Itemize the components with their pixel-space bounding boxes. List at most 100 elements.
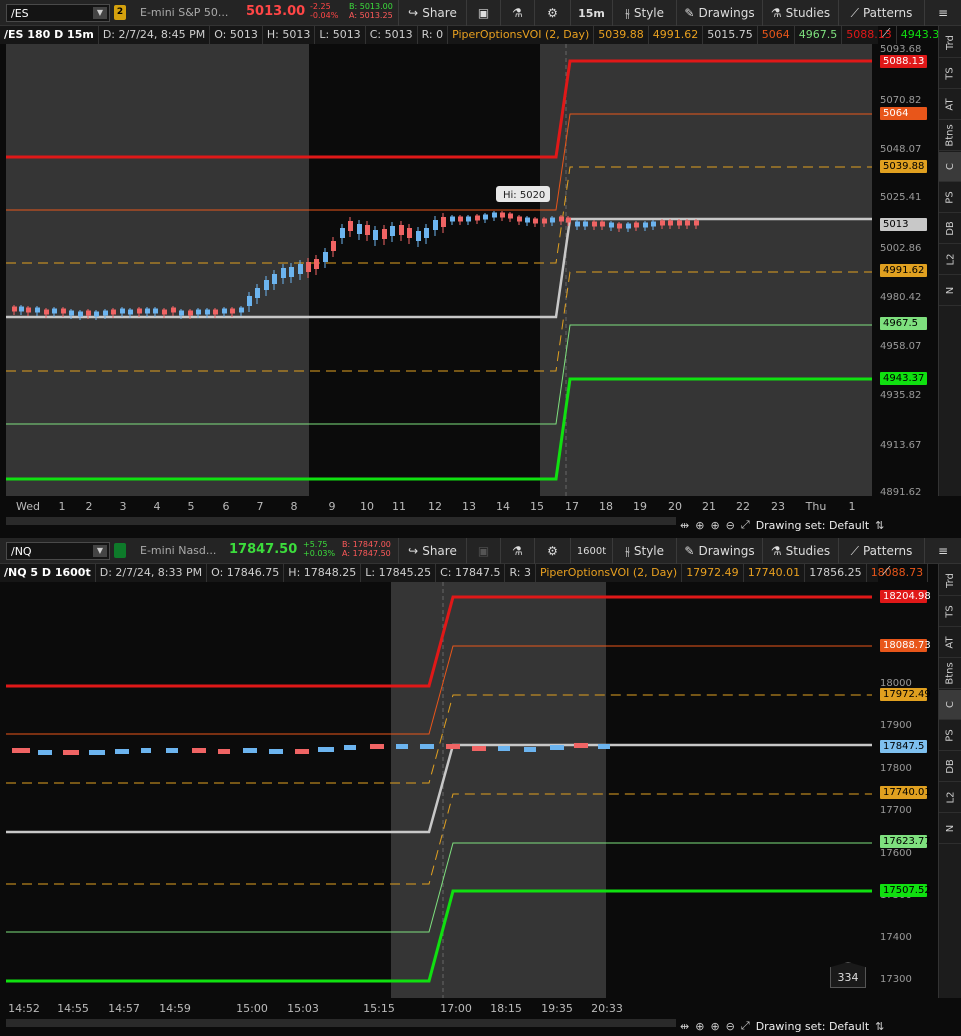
notes-button[interactable]: ▣ [466, 0, 500, 26]
drawings-button[interactable]: ✎ Drawings [676, 538, 762, 564]
side-tab-label: DB [945, 759, 956, 774]
side-tab-trd[interactable]: Trd [939, 566, 961, 596]
x-tick: 14 [496, 500, 510, 513]
es-candle [600, 221, 605, 227]
chevron-down-icon[interactable]: ▼ [93, 545, 107, 557]
zoom-out-icon[interactable]: ⊖ [726, 1020, 735, 1033]
es-draw-icon[interactable]: ⟋ [882, 26, 902, 42]
es-candle [137, 308, 142, 314]
notes-button[interactable]: ▣ [466, 538, 500, 564]
share-button[interactable]: ↪ Share [398, 538, 466, 564]
studies-icon: ⚗ [770, 544, 782, 558]
menu-button[interactable]: ≡ [924, 538, 961, 564]
pan-icon[interactable]: ⇹ [680, 1020, 689, 1033]
x-tick: 4 [153, 500, 161, 513]
side-tab-label: DB [945, 221, 956, 236]
side-tab-db[interactable]: DB [939, 214, 961, 244]
side-tab-label: Btns [945, 662, 956, 685]
side-tab-label: AT [945, 98, 956, 111]
fit-icon[interactable]: ⤢ [741, 1019, 750, 1033]
crosshair-icon[interactable]: ⊕ [695, 519, 704, 532]
settings-button[interactable]: ⚙ [534, 0, 570, 26]
side-tab-ts[interactable]: TS [939, 59, 961, 89]
settings-button[interactable]: ⚙ [534, 538, 570, 564]
es-header: /ES 180 D 15m D: 2/7/24, 8:45 PM O: 5013… [0, 26, 952, 44]
side-tab-n[interactable]: N [939, 814, 961, 844]
es-x-axis[interactable]: Wed 1 2 3 4 5 6 7 8 9 10 11 12 13 14 15 17 18 19 20 21 22 23 Th… [6, 496, 872, 518]
patterns-label: Patterns [862, 6, 913, 20]
x-tick: 7 [256, 500, 264, 513]
es-candle [205, 309, 210, 315]
pan-icon[interactable]: ⇹ [680, 519, 689, 532]
style-button[interactable]: ⫳ Style [612, 0, 676, 26]
es-plot-area[interactable]: Hi: 5020 [6, 44, 872, 496]
side-tab-ts[interactable]: TS [939, 597, 961, 627]
nq-y-axis[interactable]: ⟋ 18000 17900 17800 17700 17600 17500 17… [878, 564, 936, 998]
es-candle [196, 309, 201, 315]
nq-plot-area[interactable]: 334 [6, 582, 872, 998]
nq-candle [550, 745, 564, 750]
side-tab-at[interactable]: AT [939, 628, 961, 658]
side-tab-c[interactable]: C [939, 690, 961, 720]
side-tab-db[interactable]: DB [939, 752, 961, 782]
notes-icon: ▣ [477, 544, 490, 558]
es-symbol-selector[interactable]: /ES ▼ [6, 4, 110, 22]
flask-icon: ⚗ [512, 544, 523, 558]
side-tab-trd[interactable]: Trd [939, 28, 961, 58]
notes-icon: ▣ [477, 6, 490, 20]
zoom-in-icon[interactable]: ⊕ [710, 1020, 719, 1033]
side-tab-c[interactable]: C [939, 152, 961, 182]
es-drawing-set[interactable]: Drawing set: Default [756, 519, 869, 532]
es-scrollbar[interactable] [6, 517, 676, 525]
flask-button[interactable]: ⚗ [500, 0, 534, 26]
side-tab-btns[interactable]: Btns [939, 659, 961, 689]
side-tab-l2[interactable]: L2 [939, 245, 961, 275]
menu-button[interactable]: ≡ [924, 0, 961, 26]
studies-button[interactable]: ⚗ Studies [762, 0, 838, 26]
nq-scrollbar[interactable] [6, 1019, 676, 1027]
side-tab-ps[interactable]: PS [939, 183, 961, 213]
es-candle [575, 221, 580, 227]
fit-icon[interactable]: ⤢ [741, 518, 750, 532]
link-badge-empty[interactable] [114, 543, 126, 558]
patterns-button[interactable]: ⟋ Patterns [838, 538, 924, 564]
flask-button[interactable]: ⚗ [500, 538, 534, 564]
es-side-tabs: Trd TS AT Btns C PS DB L2 N [938, 26, 961, 496]
patterns-button[interactable]: ⟋ Patterns [838, 0, 924, 26]
nq-candle [574, 743, 588, 748]
style-button[interactable]: ⫳ Style [612, 538, 676, 564]
es-candle [357, 224, 362, 234]
drawings-button[interactable]: ✎ Drawings [676, 0, 762, 26]
studies-button[interactable]: ⚗ Studies [762, 538, 838, 564]
side-tab-n[interactable]: N [939, 276, 961, 306]
side-tab-label: C [944, 701, 956, 708]
side-tab-ps[interactable]: PS [939, 721, 961, 751]
side-tab-btns[interactable]: Btns [939, 121, 961, 151]
nq-symbol-selector[interactable]: /NQ ▼ [6, 542, 110, 560]
zoom-in-icon[interactable]: ⊕ [710, 519, 719, 532]
es-ytick: 5048.07 [880, 144, 922, 155]
es-ytick: 5093.68 [880, 44, 922, 55]
interval-button[interactable]: 15m [570, 0, 612, 26]
link-badge[interactable]: 2 [114, 5, 126, 20]
side-tab-at[interactable]: AT [939, 90, 961, 120]
zoom-out-icon[interactable]: ⊖ [726, 519, 735, 532]
chevron-down-icon[interactable]: ▼ [93, 7, 107, 19]
nq-candle [38, 750, 52, 755]
sort-icon[interactable]: ⇅ [875, 1020, 884, 1033]
x-tick: 17:00 [440, 1002, 472, 1015]
share-button[interactable]: ↪ Share [398, 0, 466, 26]
x-tick: 18 [599, 500, 613, 513]
nq-draw-icon[interactable]: ⟋ [882, 564, 902, 580]
nq-drawing-set[interactable]: Drawing set: Default [756, 1020, 869, 1033]
sort-icon[interactable]: ⇅ [875, 519, 884, 532]
es-candle [416, 231, 421, 241]
interval-button[interactable]: 1600t [570, 538, 612, 564]
es-study-name: PiperOptionsVOI (2, Day) [448, 26, 595, 44]
es-candle [239, 307, 244, 313]
crosshair-icon[interactable]: ⊕ [695, 1020, 704, 1033]
side-tab-l2[interactable]: L2 [939, 783, 961, 813]
nq-candle [295, 749, 309, 754]
es-y-axis[interactable]: ⟋ 5093.68 5070.82 5048.07 5025.41 5002.8… [878, 26, 936, 498]
nq-candle [498, 746, 510, 751]
